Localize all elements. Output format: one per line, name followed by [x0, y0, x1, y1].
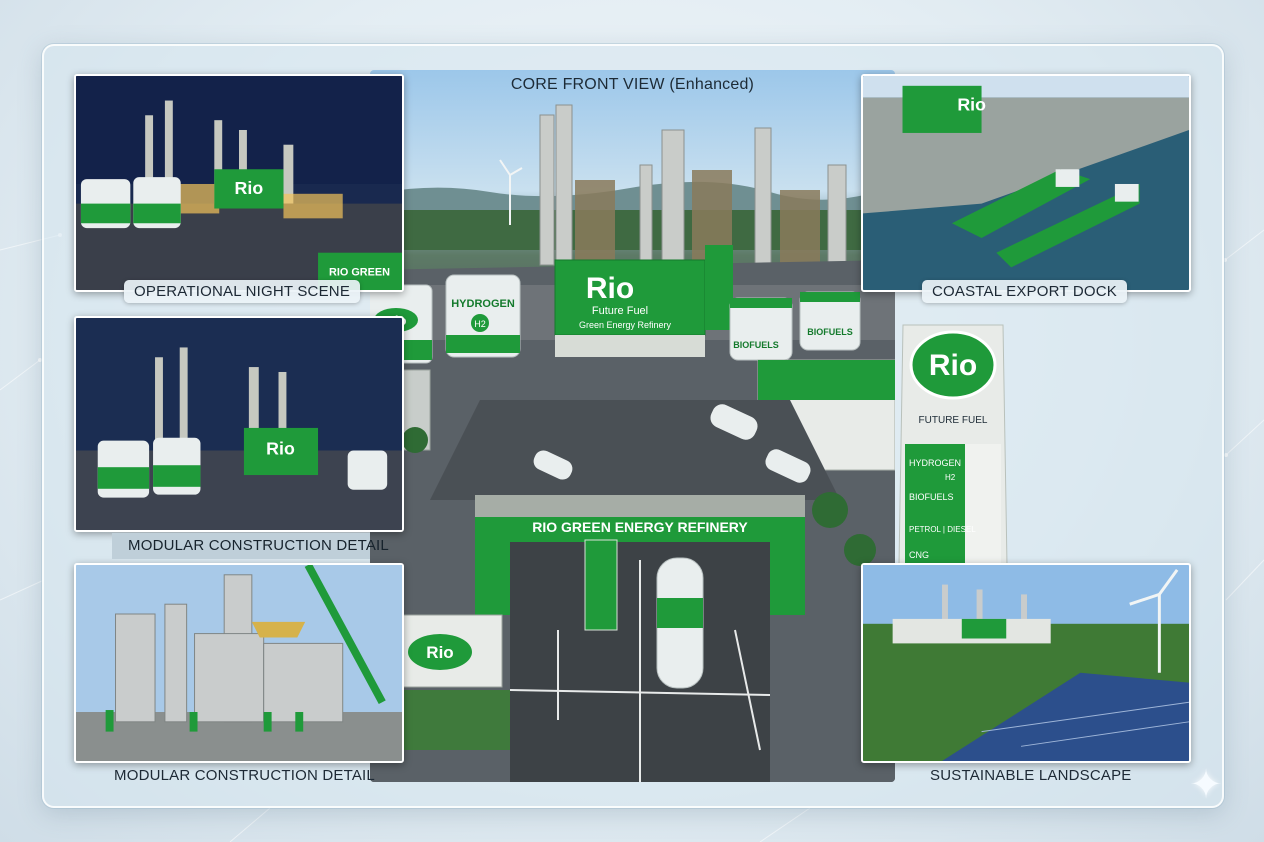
tank-biofuels-2: BIOFUELS [807, 327, 853, 337]
caption-modular-construction-detail-1: MODULAR CONSTRUCTION DETAIL [112, 533, 389, 559]
panel-operational-night-scene: Rio RIO GREEN [74, 74, 404, 292]
tank-h2-label: H2 [474, 319, 486, 329]
main-core-front-view: Rio HYDROGEN H2 Rio Future Fuel Green En… [370, 70, 895, 782]
tower-item-1: HYDROGEN [909, 458, 961, 468]
sparkle-icon: ✦ [1189, 763, 1223, 807]
svg-text:Rio: Rio [235, 178, 264, 198]
svg-text:RIO GREEN: RIO GREEN [329, 266, 390, 278]
tower-item-3: PETROL | DIESEL [909, 525, 976, 534]
panel-sustainable-landscape [861, 563, 1191, 763]
svg-text:Rio: Rio [266, 438, 295, 458]
tower-item-4: CNG [909, 550, 929, 560]
panel-modular-construction-detail-1: Rio [74, 316, 404, 532]
main-sign-line1: Future Fuel [592, 305, 648, 317]
caption-operational-night-scene: OPERATIONAL NIGHT SCENE [124, 280, 361, 303]
main-sign-brand: Rio [586, 272, 634, 305]
caption-coastal-export-dock: COASTAL EXPORT DOCK [922, 280, 1127, 303]
panel-coastal-export-dock: Rio [861, 74, 1191, 292]
gate-sign: RIO GREEN ENERGY REFINERY [532, 519, 748, 535]
tower-item-1-icon: H2 [945, 473, 956, 482]
caption-sustainable-landscape: SUSTAINABLE LANDSCAPE [930, 767, 1132, 784]
panel-modular-construction-detail-2 [74, 563, 404, 763]
main-view-title: CORE FRONT VIEW (Enhanced) [510, 76, 755, 93]
tower-brand: Rio [929, 349, 977, 382]
tower-item-2: BIOFUELS [909, 492, 954, 502]
rio-pylon-sign: Rio FUTURE FUEL HYDROGEN H2 BIOFUELS PET… [898, 324, 1008, 566]
main-sign-line2: Green Energy Refinery [579, 320, 672, 330]
tank-biofuels-1: BIOFUELS [733, 340, 779, 350]
ground-sign-brand: Rio [426, 643, 453, 662]
svg-text:Rio: Rio [957, 94, 986, 114]
tower-tagline: FUTURE FUEL [919, 415, 988, 426]
tank-hydrogen-label: HYDROGEN [451, 298, 515, 310]
caption-modular-construction-detail-2: MODULAR CONSTRUCTION DETAIL [114, 767, 375, 784]
